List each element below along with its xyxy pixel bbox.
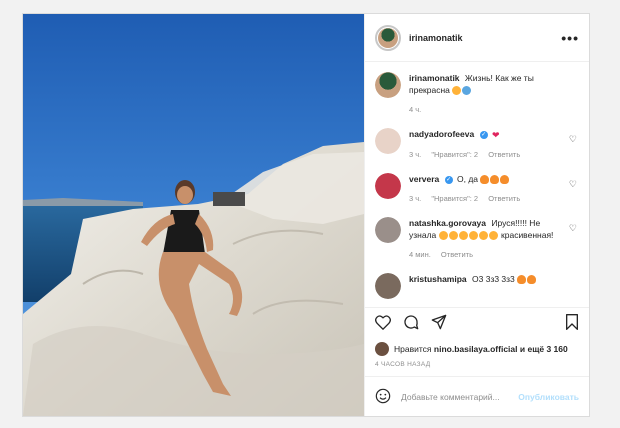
- post-photo[interactable]: [23, 14, 364, 416]
- author-username[interactable]: irinamonatik: [409, 33, 561, 43]
- likes-user[interactable]: nino.basilaya.official: [434, 344, 518, 354]
- post-sidebar: irinamonatik ••• irinamonatik Жизнь! Как…: [364, 14, 589, 416]
- post-time-ago[interactable]: 4 ЧАСОВ НАЗАД: [365, 357, 589, 376]
- liker-avatar[interactable]: [375, 342, 389, 356]
- beach-photo-image: [23, 14, 364, 416]
- add-comment-bar: Опубликовать: [365, 376, 589, 416]
- comment-time: 4 мин.: [409, 249, 431, 259]
- likes-prefix: Нравится: [394, 344, 432, 354]
- comment-username[interactable]: kristushamipa: [409, 274, 467, 284]
- comment-likes[interactable]: "Нравится": 2: [431, 150, 478, 159]
- fire-emoji-icon: [490, 175, 500, 184]
- like-comment-heart-icon[interactable]: ♡: [569, 134, 577, 145]
- comment-likes[interactable]: "Нравится": 2: [431, 194, 478, 203]
- caption-username[interactable]: irinamonatik: [409, 73, 460, 83]
- likes-count[interactable]: и ещё 3 160: [520, 344, 568, 354]
- comment-text-continued: красивенная!: [501, 229, 554, 240]
- face-emoji-icon: [488, 231, 498, 240]
- comment-time: 3 ч.: [409, 149, 422, 159]
- like-comment-heart-icon[interactable]: ♡: [569, 223, 577, 234]
- post-header: irinamonatik •••: [365, 14, 589, 62]
- face-emoji-icon: [448, 231, 458, 240]
- wave-emoji-icon: [462, 86, 472, 96]
- verified-icon: ✓: [444, 175, 453, 184]
- verified-icon: ✓: [479, 130, 488, 139]
- comments-list[interactable]: irinamonatik Жизнь! Как же ты прекрасна …: [365, 62, 589, 307]
- face-emoji-icon: [468, 231, 478, 240]
- share-icon[interactable]: [431, 314, 447, 335]
- comment-avatar[interactable]: [375, 272, 401, 299]
- comment-username[interactable]: ververa: [409, 174, 439, 184]
- list-item: natashka.gorovaya Ируся!!!!! Не узнала к…: [375, 216, 579, 261]
- comment-input[interactable]: [401, 391, 519, 402]
- action-bar: [365, 307, 589, 341]
- face-emoji-icon: [458, 231, 468, 240]
- bookmark-icon[interactable]: [565, 314, 579, 335]
- comment-avatar[interactable]: [375, 128, 401, 154]
- comment-icon[interactable]: [403, 314, 419, 335]
- list-item: kristushamipa О3 3з3 3з3: [375, 272, 579, 299]
- smile-icon[interactable]: [375, 388, 391, 406]
- reply-button[interactable]: Ответить: [488, 194, 520, 203]
- comment-username[interactable]: nadyadorofeeva: [409, 129, 474, 139]
- like-comment-heart-icon[interactable]: ♡: [569, 179, 577, 190]
- list-item: ververa ✓ О, да 3 ч. "Нравится": 2 Ответ…: [375, 172, 579, 205]
- fire-emoji-icon: [527, 275, 537, 284]
- smile-emoji-icon: [452, 86, 462, 96]
- reply-button[interactable]: Ответить: [488, 150, 520, 159]
- comment-avatar[interactable]: [375, 216, 401, 243]
- list-item: nadyadorofeeva ✓ ❤ 3 ч. "Нравится": 2 От…: [375, 128, 579, 161]
- fire-emoji-icon: [500, 175, 510, 184]
- fire-emoji-icon: [480, 175, 490, 184]
- more-icon[interactable]: •••: [561, 30, 579, 46]
- face-emoji-icon: [438, 231, 448, 240]
- face-emoji-icon: [478, 231, 488, 240]
- heart-emoji-icon: ❤: [491, 129, 500, 140]
- comment-time: 3 ч.: [409, 193, 422, 203]
- fire-emoji-icon: [517, 275, 527, 284]
- comment-text: О3 3з3 3з3: [472, 273, 515, 284]
- caption-time: 4 ч.: [409, 105, 422, 114]
- comment-username[interactable]: natashka.gorovaya: [409, 218, 486, 228]
- comment-text: О, да: [457, 173, 479, 184]
- instagram-post: irinamonatik ••• irinamonatik Жизнь! Как…: [22, 13, 590, 417]
- caption-avatar[interactable]: [375, 72, 401, 98]
- caption: irinamonatik Жизнь! Как же ты прекрасна …: [375, 72, 579, 116]
- author-avatar[interactable]: [375, 24, 401, 51]
- comment-avatar[interactable]: [375, 172, 401, 199]
- publish-button[interactable]: Опубликовать: [518, 392, 579, 402]
- reply-button[interactable]: Ответить: [441, 250, 473, 259]
- heart-icon[interactable]: [375, 314, 391, 335]
- likes-summary: Нравится nino.basilaya.official и ещё 3 …: [365, 341, 589, 357]
